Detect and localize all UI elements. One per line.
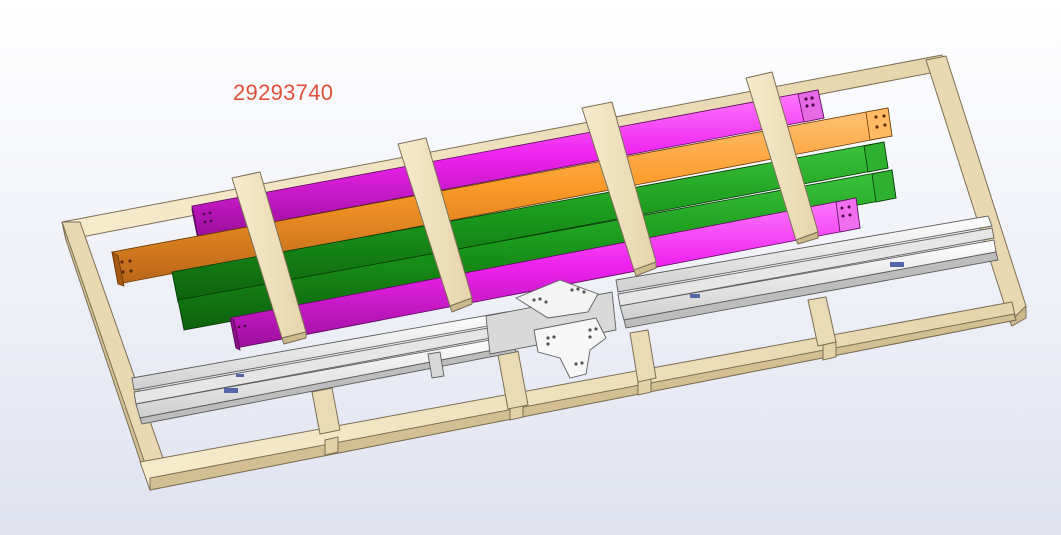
part-number-label: 29293740 (233, 80, 334, 105)
cad-viewport[interactable]: 29293740 (0, 0, 1061, 535)
assembly-model[interactable] (0, 0, 1061, 535)
